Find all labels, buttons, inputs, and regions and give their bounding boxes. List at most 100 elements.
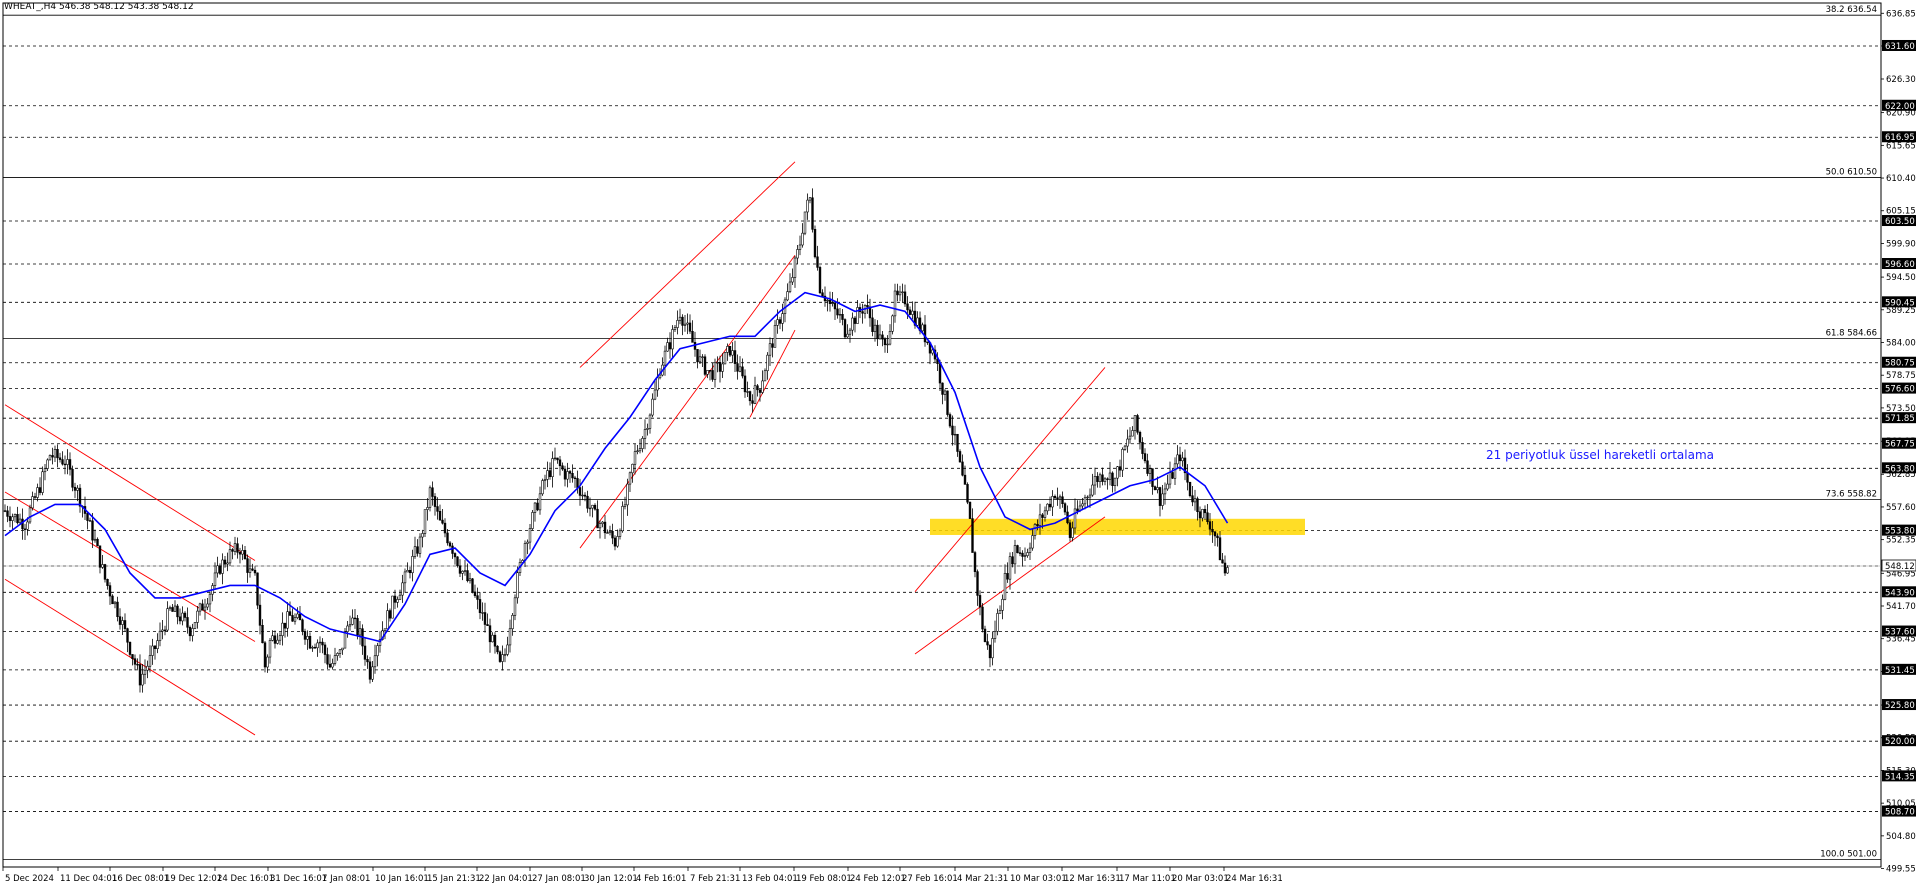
candle-body [896, 290, 899, 296]
candle-body [981, 606, 984, 630]
candle-body [473, 591, 477, 596]
candle-body [198, 603, 202, 612]
candle-body [273, 635, 277, 644]
candle-body [1173, 463, 1177, 479]
price-marker-label: 580.75 [1885, 359, 1915, 369]
candle-body [101, 564, 104, 568]
candle-body [176, 605, 179, 618]
candle-body [628, 472, 632, 485]
candle-body [1013, 545, 1017, 565]
candle-body [1163, 488, 1167, 495]
time-tick-label: 27 Jan 08:01 [532, 874, 586, 884]
candle-body [746, 391, 749, 393]
candle-body [426, 507, 429, 510]
candle-body [1056, 497, 1059, 499]
candle-body [563, 468, 567, 480]
candle-body [1191, 495, 1194, 503]
candle-body [916, 317, 919, 326]
candle-body [206, 603, 209, 608]
candle-body [1193, 498, 1197, 503]
candle-body [403, 571, 407, 584]
candle-body [978, 595, 982, 608]
candle-body [356, 618, 359, 636]
candle-body [976, 571, 979, 596]
candle-body [938, 363, 942, 384]
candle-body [226, 562, 229, 565]
candle-body [898, 291, 902, 296]
ema-annotation: 21 periyotluk üssel hareketli ortalama [1486, 448, 1715, 462]
candle-body [876, 324, 879, 340]
candle-body [93, 538, 97, 541]
candle-body [698, 356, 702, 363]
candle-body [11, 516, 14, 521]
candle-body [31, 496, 34, 509]
candle-body [248, 568, 252, 573]
candle-body [163, 629, 167, 632]
candle-body [463, 570, 467, 572]
candle-body [901, 291, 904, 293]
candle-body [1096, 476, 1099, 482]
candle-body [846, 333, 849, 338]
time-tick-label: 4 Feb 16:01 [636, 874, 686, 884]
candle-body [691, 330, 694, 343]
price-tick-label: 584.00 [1886, 338, 1916, 348]
candle-body [678, 316, 682, 321]
candle-body [808, 197, 812, 201]
candle-body [1118, 466, 1122, 471]
candle-body [1033, 524, 1037, 536]
candle-body [496, 645, 499, 653]
price-marker-label: 596.60 [1885, 260, 1915, 270]
candle-body [921, 324, 924, 332]
candle-body [76, 487, 79, 491]
candle-body [791, 277, 794, 283]
candle-body [993, 631, 997, 639]
candle-body [811, 197, 814, 230]
candle-body [386, 610, 389, 630]
candle-body [498, 651, 502, 662]
price-marker-label: 631.60 [1885, 42, 1915, 52]
candle-body [468, 578, 472, 582]
price-marker-label: 537.60 [1885, 628, 1915, 638]
candle-body [1071, 527, 1074, 538]
symbol-header: WHEAT_,H4 546.38 548.12 543.38 548.12 [4, 2, 194, 12]
candle-body [126, 628, 129, 643]
candle-body [113, 601, 117, 605]
candle-body [1026, 552, 1029, 556]
candle-body [363, 645, 367, 660]
candle-body [436, 506, 439, 512]
fib-label: 73.6 558.82 [1826, 489, 1877, 499]
candle-body [581, 494, 584, 497]
candle-body [416, 546, 419, 554]
candle-body [8, 516, 12, 521]
channel-line [579, 161, 796, 368]
candle-body [488, 625, 492, 643]
candle-body [88, 520, 92, 522]
candle-body [971, 518, 974, 553]
candle-body [486, 624, 489, 627]
price-marker-label: 508.70 [1885, 808, 1915, 818]
candle-body [883, 338, 887, 346]
candle-body [481, 612, 484, 614]
candle-body [348, 624, 352, 627]
candle-body [878, 334, 882, 340]
candle-body [853, 317, 857, 324]
current-price-label: 548.12 [1885, 562, 1915, 572]
candle-body [613, 537, 617, 547]
candle-body [131, 654, 134, 659]
candle-body [871, 317, 874, 332]
candle-body [1091, 484, 1094, 496]
candle-body [116, 601, 119, 617]
candle-body [1218, 537, 1222, 561]
candle-body [573, 477, 577, 479]
candle-body [1031, 535, 1034, 549]
candle-body [1128, 435, 1132, 440]
candle-body [951, 425, 954, 436]
candle-body [1116, 466, 1119, 479]
candle-body [218, 565, 222, 574]
candle-body [861, 311, 864, 314]
candle-body [1156, 487, 1159, 491]
candle-body [508, 628, 512, 646]
candle-body [61, 459, 64, 465]
candle-body [376, 645, 379, 657]
price-marker-label: 553.80 [1885, 527, 1915, 537]
